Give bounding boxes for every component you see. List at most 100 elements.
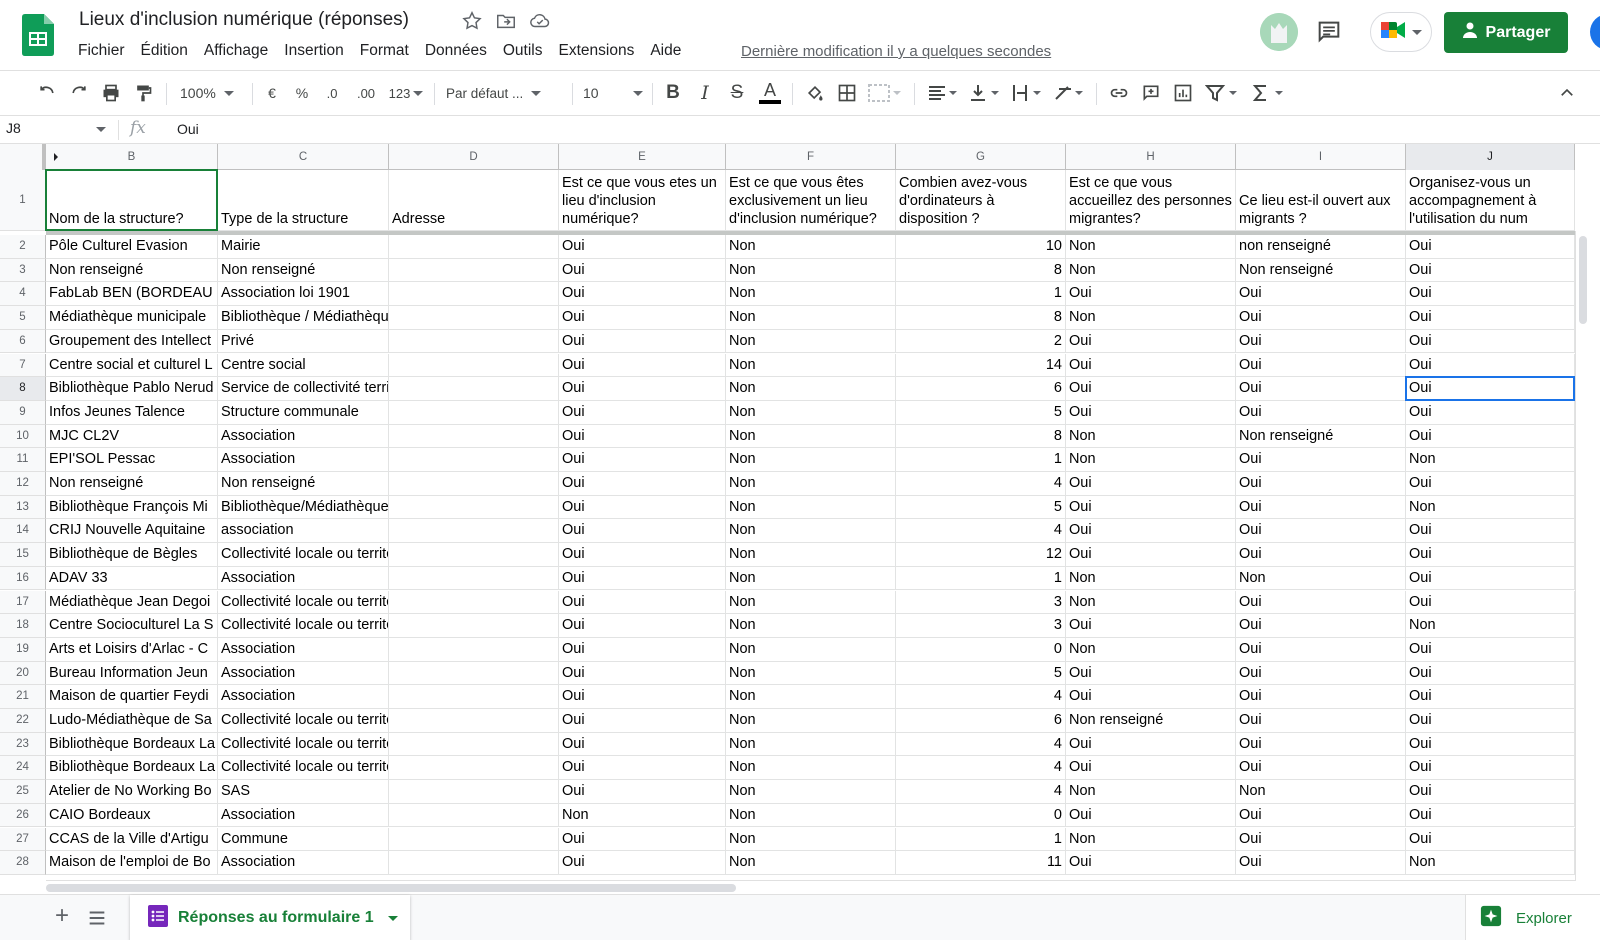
menu-affichage[interactable]: Affichage [204, 42, 276, 60]
table-cell[interactable] [389, 756, 559, 781]
table-cell[interactable]: Non [1406, 495, 1575, 520]
table-cell[interactable]: 4 [896, 472, 1066, 496]
table-cell[interactable]: Oui [1236, 590, 1406, 615]
table-cell[interactable]: Commune [218, 827, 389, 852]
table-cell[interactable] [389, 448, 559, 472]
table-cell[interactable]: Centre social et culturel L [46, 353, 218, 378]
table-cell[interactable]: Oui [1236, 851, 1406, 875]
table-cell[interactable]: Collectivité locale ou territoriale [218, 756, 389, 781]
undo-icon[interactable] [36, 81, 58, 105]
table-cell[interactable]: Groupement des Intellect [46, 329, 218, 354]
table-cell[interactable]: Non [1236, 566, 1406, 591]
menu-aide[interactable]: Aide [650, 42, 689, 60]
table-cell[interactable]: Non [726, 377, 896, 401]
table-cell[interactable]: Oui [1066, 472, 1236, 496]
row-header[interactable]: 19 [0, 637, 46, 662]
table-cell[interactable]: Bibliothèque François Mi [46, 495, 218, 520]
table-cell[interactable]: Oui [1406, 472, 1575, 496]
table-cell[interactable]: Non [726, 803, 896, 828]
table-cell[interactable]: Oui [1406, 685, 1575, 709]
table-cell[interactable]: Pôle Culturel Evasion [46, 235, 218, 259]
all-sheets-icon[interactable] [86, 907, 108, 929]
table-cell[interactable]: Non [726, 495, 896, 520]
table-cell[interactable]: Ludo-Médiathèque de Sa [46, 709, 218, 733]
horizontal-align-icon[interactable] [926, 81, 960, 105]
share-button[interactable]: Partager [1444, 12, 1568, 53]
table-cell[interactable]: Service de collectivité territoriale [218, 377, 389, 401]
font-size-select[interactable]: 10 [583, 81, 643, 105]
table-cell[interactable]: 1 [896, 566, 1066, 591]
table-cell[interactable]: Bibliothèque Bordeaux La [46, 756, 218, 781]
table-cell[interactable]: Collectivité locale ou territoriale [218, 614, 389, 638]
table-cell[interactable]: Non [726, 282, 896, 307]
table-cell[interactable]: Oui [1066, 282, 1236, 307]
currency-format-button[interactable]: € [262, 81, 282, 105]
table-cell[interactable]: Collectivité locale ou territoriale [218, 543, 389, 567]
vertical-scroll-thumb[interactable] [1579, 236, 1587, 324]
comments-icon[interactable] [1315, 18, 1343, 46]
table-cell[interactable]: Oui [1066, 329, 1236, 354]
table-cell[interactable]: Non renseigné [1066, 709, 1236, 733]
table-cell[interactable]: Non [726, 732, 896, 757]
table-cell[interactable]: Non [726, 400, 896, 425]
table-cell[interactable]: Association [218, 803, 389, 828]
row-header[interactable]: 12 [0, 472, 46, 496]
table-cell[interactable]: Non [1406, 614, 1575, 638]
table-cell[interactable]: Atelier de No Working Bo [46, 780, 218, 804]
header-cell[interactable]: Type de la structure [218, 170, 389, 231]
table-cell[interactable]: Non [1066, 637, 1236, 662]
row-header[interactable]: 20 [0, 661, 46, 686]
table-cell[interactable]: 4 [896, 756, 1066, 781]
table-cell[interactable]: Oui [1406, 235, 1575, 259]
cloud-status-icon[interactable] [529, 10, 551, 32]
menu-insertion[interactable]: Insertion [284, 42, 351, 60]
name-box[interactable]: J8 [6, 120, 110, 140]
table-cell[interactable]: Oui [1066, 685, 1236, 709]
table-cell[interactable]: Bibliothèque de Bègles [46, 543, 218, 567]
move-folder-icon[interactable] [495, 10, 517, 32]
table-cell[interactable]: Non renseigné [218, 472, 389, 496]
row-header[interactable]: 9 [0, 400, 46, 425]
functions-icon[interactable] [1250, 81, 1286, 105]
table-cell[interactable]: 8 [896, 258, 1066, 283]
table-cell[interactable]: Non [726, 661, 896, 686]
header-cell[interactable]: Est ce que vous êtes exclusivement un li… [726, 170, 896, 231]
table-cell[interactable]: Oui [559, 614, 726, 638]
insert-chart-icon[interactable] [1172, 81, 1194, 105]
table-cell[interactable]: Oui [559, 756, 726, 781]
table-cell[interactable]: Oui [1406, 353, 1575, 378]
table-cell[interactable]: Oui [1406, 637, 1575, 662]
table-cell[interactable]: Oui [1066, 661, 1236, 686]
table-cell[interactable]: Oui [559, 851, 726, 875]
table-cell[interactable]: Oui [1236, 519, 1406, 544]
table-cell[interactable]: Oui [1236, 661, 1406, 686]
header-cell[interactable]: Combien avez-vous d'ordinateurs à dispos… [896, 170, 1066, 231]
vertical-scrollbar[interactable] [1575, 231, 1589, 881]
table-cell[interactable] [389, 566, 559, 591]
table-cell[interactable] [389, 709, 559, 733]
table-cell[interactable]: Oui [1066, 495, 1236, 520]
vertical-align-icon[interactable] [968, 81, 1002, 105]
table-cell[interactable]: 12 [896, 543, 1066, 567]
menu-outils[interactable]: Outils [503, 42, 551, 60]
row-header[interactable]: 28 [0, 851, 46, 875]
print-icon[interactable] [100, 81, 122, 105]
table-cell[interactable]: Oui [1236, 306, 1406, 330]
table-cell[interactable]: Oui [1236, 614, 1406, 638]
table-cell[interactable]: Non [1236, 780, 1406, 804]
table-cell[interactable]: 0 [896, 637, 1066, 662]
table-cell[interactable]: 8 [896, 306, 1066, 330]
header-cell[interactable]: Est ce que vous accueillez des personnes… [1066, 170, 1236, 231]
table-cell[interactable]: Non [1406, 851, 1575, 875]
table-cell[interactable]: Non renseigné [218, 258, 389, 283]
table-cell[interactable]: Non [726, 780, 896, 804]
fill-color-icon[interactable] [804, 81, 826, 105]
row-header[interactable]: 22 [0, 709, 46, 733]
table-cell[interactable]: Oui [1066, 614, 1236, 638]
table-cell[interactable]: Oui [1406, 756, 1575, 781]
table-cell[interactable]: Oui [559, 519, 726, 544]
table-cell[interactable]: 6 [896, 709, 1066, 733]
table-cell[interactable]: Non [726, 235, 896, 259]
table-cell[interactable]: Oui [1406, 827, 1575, 852]
table-cell[interactable]: Non [1406, 448, 1575, 472]
